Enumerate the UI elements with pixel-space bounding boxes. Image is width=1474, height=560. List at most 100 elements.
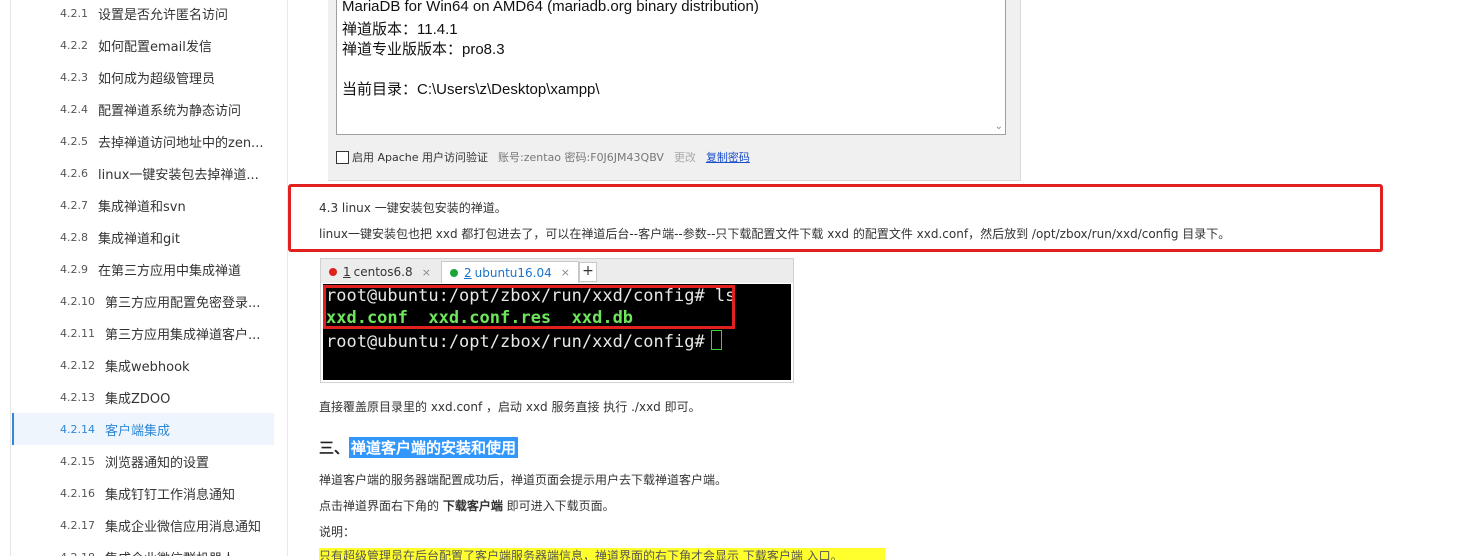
- sidebar-item-number: 4.2.1: [60, 6, 88, 20]
- sidebar-item[interactable]: 4.2.16 集成钉钉工作消息通知: [12, 477, 274, 509]
- sidebar-item-number: 4.2.9: [60, 262, 88, 276]
- apache-auth-checkbox[interactable]: [336, 150, 349, 164]
- account-info: 账号:zentao 密码:F0J6JM43QBV: [498, 151, 664, 164]
- sidebar-item[interactable]: 4.2.4 配置禅道系统为静态访问: [12, 93, 274, 125]
- paragraph: 直接覆盖原目录里的 xxd.conf ，启动 xxd 服务直接 执行 ./xxd…: [319, 400, 701, 414]
- sidebar-item-number: 4.2.8: [60, 230, 88, 244]
- highlighted-note: 只有超级管理员在后台配置了客户端服务器端信息，禅道界面的右下角才会显示 下载客户…: [319, 548, 885, 560]
- sidebar-item-number: 4.2.7: [60, 198, 88, 212]
- sidebar-item[interactable]: 4.2.1 设置是否允许匿名访问: [12, 0, 274, 29]
- close-icon[interactable]: ×: [422, 266, 431, 279]
- xampp-info-textbox: MariaDB for Win64 on AMD64 (mariadb.org …: [336, 0, 1006, 135]
- sidebar-item-label: 如何成为超级管理员: [98, 71, 216, 87]
- sidebar-item[interactable]: 4.2.12 集成webhook: [12, 349, 274, 381]
- tab-number: 1: [343, 265, 351, 279]
- new-tab-button[interactable]: +: [579, 262, 597, 282]
- sidebar-item-label: 设置是否允许匿名访问: [98, 7, 229, 23]
- sidebar-item-label: 配置禅道系统为静态访问: [98, 103, 242, 119]
- xampp-line: MariaDB for Win64 on AMD64 (mariadb.org …: [342, 0, 759, 15]
- sidebar-item[interactable]: 4.2.11 第三方应用集成禅道客户...: [12, 317, 274, 349]
- sidebar-item-number: 4.2.3: [60, 70, 88, 84]
- terminal-screenshot: 1 centos6.8 × 2 ubuntu16.04 × + root@ubu…: [320, 258, 794, 383]
- sidebar-item-label: 如何配置email发信: [98, 39, 212, 55]
- sidebar-item[interactable]: 4.2.3 如何成为超级管理员: [12, 61, 274, 93]
- tab-label: ubuntu16.04: [474, 265, 552, 280]
- xampp-line: 禅道版本：11.4.1: [342, 21, 458, 38]
- status-dot-icon: [329, 268, 337, 276]
- red-highlight-box: [323, 285, 735, 329]
- sidebar-item-label: 客户端集成: [105, 423, 171, 439]
- sidebar-item[interactable]: 4.2.5 去掉禅道访问地址中的zen...: [12, 125, 274, 157]
- sidebar-item-number: 4.2.15: [60, 454, 95, 468]
- tab-label: centos6.8: [353, 265, 413, 279]
- sidebar-item-label: 第三方应用集成禅道客户...: [105, 327, 261, 343]
- scroll-down-icon[interactable]: ⌄: [995, 121, 1003, 132]
- xampp-screenshot: MariaDB for Win64 on AMD64 (mariadb.org …: [328, 0, 1021, 181]
- sidebar-item-label: 在第三方应用中集成禅道: [98, 263, 242, 279]
- heading-selected-text: 禅道客户端的安装和使用: [349, 436, 519, 458]
- xampp-options-row: 启用 Apache 用户访问验证 账号:zentao 密码:F0J6JM43QB…: [336, 148, 750, 166]
- sidebar: 4.2.1 设置是否允许匿名访问 4.2.2 如何配置email发信 4.2.3 如何成为…: [0, 0, 288, 556]
- bold-text: 下载客户端: [442, 499, 503, 513]
- paragraph: 点击禅道界面右下角的 下载客户端 即可进入下载页面。: [319, 497, 615, 514]
- edit-link[interactable]: 更改: [674, 149, 696, 165]
- close-icon[interactable]: ×: [561, 266, 570, 279]
- sidebar-item[interactable]: 4.2.8 集成禅道和git: [12, 221, 274, 253]
- sidebar-item[interactable]: 4.2.15 浏览器通知的设置: [12, 445, 274, 477]
- section-title: 4.3 linux 一键安装包安装的禅道。: [319, 201, 507, 215]
- cursor-icon: [710, 330, 722, 350]
- xampp-line: 当前目录：C:\Users\z\Desktop\xampp\: [342, 81, 600, 98]
- sidebar-item-number: 4.2.11: [60, 326, 95, 340]
- heading-prefix: 三、: [319, 438, 350, 457]
- sidebar-item-label: linux一键安装包去掉禅道...: [98, 167, 259, 183]
- sidebar-item[interactable]: 4.2.10 第三方应用配置免密登录...: [12, 285, 274, 317]
- sidebar-item-number: 4.2.4: [60, 102, 88, 116]
- sidebar-item[interactable]: 4.2.17 集成企业微信应用消息通知: [12, 509, 274, 541]
- sidebar-item-label: 集成钉钉工作消息通知: [105, 487, 236, 503]
- section-body: linux一键安装包也把 xxd 都打包进去了，可以在禅道后台--客户端--参数…: [319, 227, 1231, 241]
- sidebar-item-number: 4.2.13: [60, 390, 95, 404]
- sidebar-item[interactable]: 4.2.6 linux一键安装包去掉禅道...: [12, 157, 274, 189]
- tab-centos[interactable]: 1 centos6.8 ×: [321, 261, 439, 283]
- sidebar-rail: [10, 0, 11, 556]
- paragraph: 说明：: [319, 525, 356, 539]
- sidebar-item[interactable]: 4.2.9 在第三方应用中集成禅道: [12, 253, 274, 285]
- sidebar-item-number: 4.2.17: [60, 518, 95, 532]
- terminal-tab-bar: 1 centos6.8 × 2 ubuntu16.04 × +: [321, 259, 793, 283]
- sidebar-item-label: 集成ZDOO: [105, 391, 171, 407]
- sidebar-item-label: 集成webhook: [105, 359, 190, 375]
- sidebar-item-label: 浏览器通知的设置: [105, 455, 210, 471]
- sidebar-item-number: 4.2.10: [60, 294, 95, 308]
- terminal-prompt-line: root@ubuntu:/opt/zbox/run/xxd/config#: [326, 330, 722, 352]
- tab-ubuntu[interactable]: 2 ubuntu16.04 ×: [441, 261, 579, 283]
- copy-password-link[interactable]: 复制密码: [706, 149, 750, 165]
- section-heading: 三、 禅道客户端的安装和使用: [319, 436, 519, 458]
- sidebar-item-label: 集成企业微信应用消息通知: [105, 519, 262, 535]
- status-dot-icon: [450, 268, 458, 277]
- sidebar-item[interactable]: 4.2.14 客户端集成: [12, 413, 274, 445]
- sidebar-item[interactable]: 4.2.18 集成企业微信群机器人: [12, 541, 274, 557]
- paragraph: 禅道客户端的服务器端配置成功后，禅道页面会提示用户去下载禅道客户端。: [319, 473, 728, 487]
- sidebar-item[interactable]: 4.2.13 集成ZDOO: [12, 381, 274, 413]
- terminal-console[interactable]: root@ubuntu:/opt/zbox/run/xxd/config# ls…: [323, 284, 791, 380]
- sidebar-item[interactable]: 4.2.7 集成禅道和svn: [12, 189, 274, 221]
- sidebar-item-number: 4.2.2: [60, 38, 88, 52]
- doc-content: MariaDB for Win64 on AMD64 (mariadb.org …: [288, 0, 1474, 560]
- sidebar-item-number: 4.2.5: [60, 134, 88, 148]
- paragraph-text: 点击禅道界面右下角的: [319, 499, 443, 513]
- sidebar-item-number: 4.2.16: [60, 486, 95, 500]
- sidebar-item-number: 4.2.6: [60, 166, 88, 180]
- terminal-prompt: root@ubuntu:/opt/zbox/run/xxd/config#: [326, 332, 705, 352]
- sidebar-item-label: 去掉禅道访问地址中的zen...: [98, 135, 264, 151]
- tab-number: 2: [464, 265, 472, 280]
- checkbox-label: 启用 Apache 用户访问验证: [352, 151, 489, 164]
- sidebar-item[interactable]: 4.2.2 如何配置email发信: [12, 29, 274, 61]
- sidebar-item-label: 集成禅道和svn: [98, 199, 186, 215]
- sidebar-item-label: 集成禅道和git: [98, 231, 180, 247]
- sidebar-item-number: 4.2.14: [60, 422, 95, 436]
- paragraph-text: 即可进入下载页面。: [502, 499, 615, 513]
- sidebar-item-number: 4.2.12: [60, 358, 95, 372]
- xampp-line: 禅道专业版版本：pro8.3: [342, 41, 505, 58]
- sidebar-item-number: 4.2.18: [60, 551, 95, 557]
- sidebar-item-label: 第三方应用配置免密登录...: [105, 295, 261, 311]
